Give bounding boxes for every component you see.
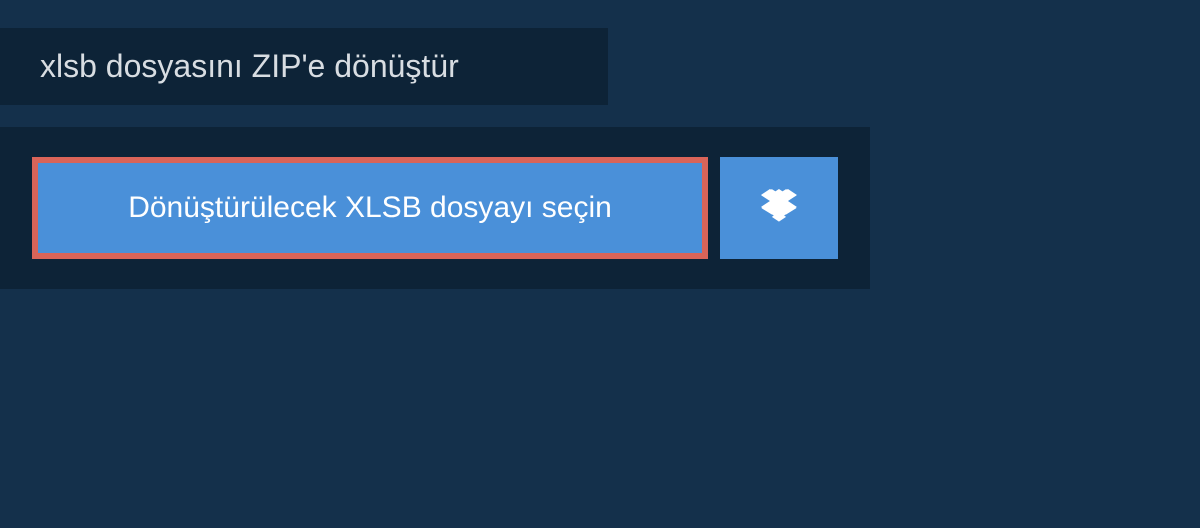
header-bar: xlsb dosyasını ZIP'e dönüştür bbox=[0, 28, 608, 105]
dropbox-icon bbox=[759, 186, 799, 231]
page-title: xlsb dosyasını ZIP'e dönüştür bbox=[40, 48, 568, 85]
select-file-label: Dönüştürülecek XLSB dosyayı seçin bbox=[128, 191, 612, 225]
upload-panel: Dönüştürülecek XLSB dosyayı seçin bbox=[0, 127, 870, 289]
select-file-button[interactable]: Dönüştürülecek XLSB dosyayı seçin bbox=[32, 157, 708, 259]
dropbox-button[interactable] bbox=[720, 157, 838, 259]
